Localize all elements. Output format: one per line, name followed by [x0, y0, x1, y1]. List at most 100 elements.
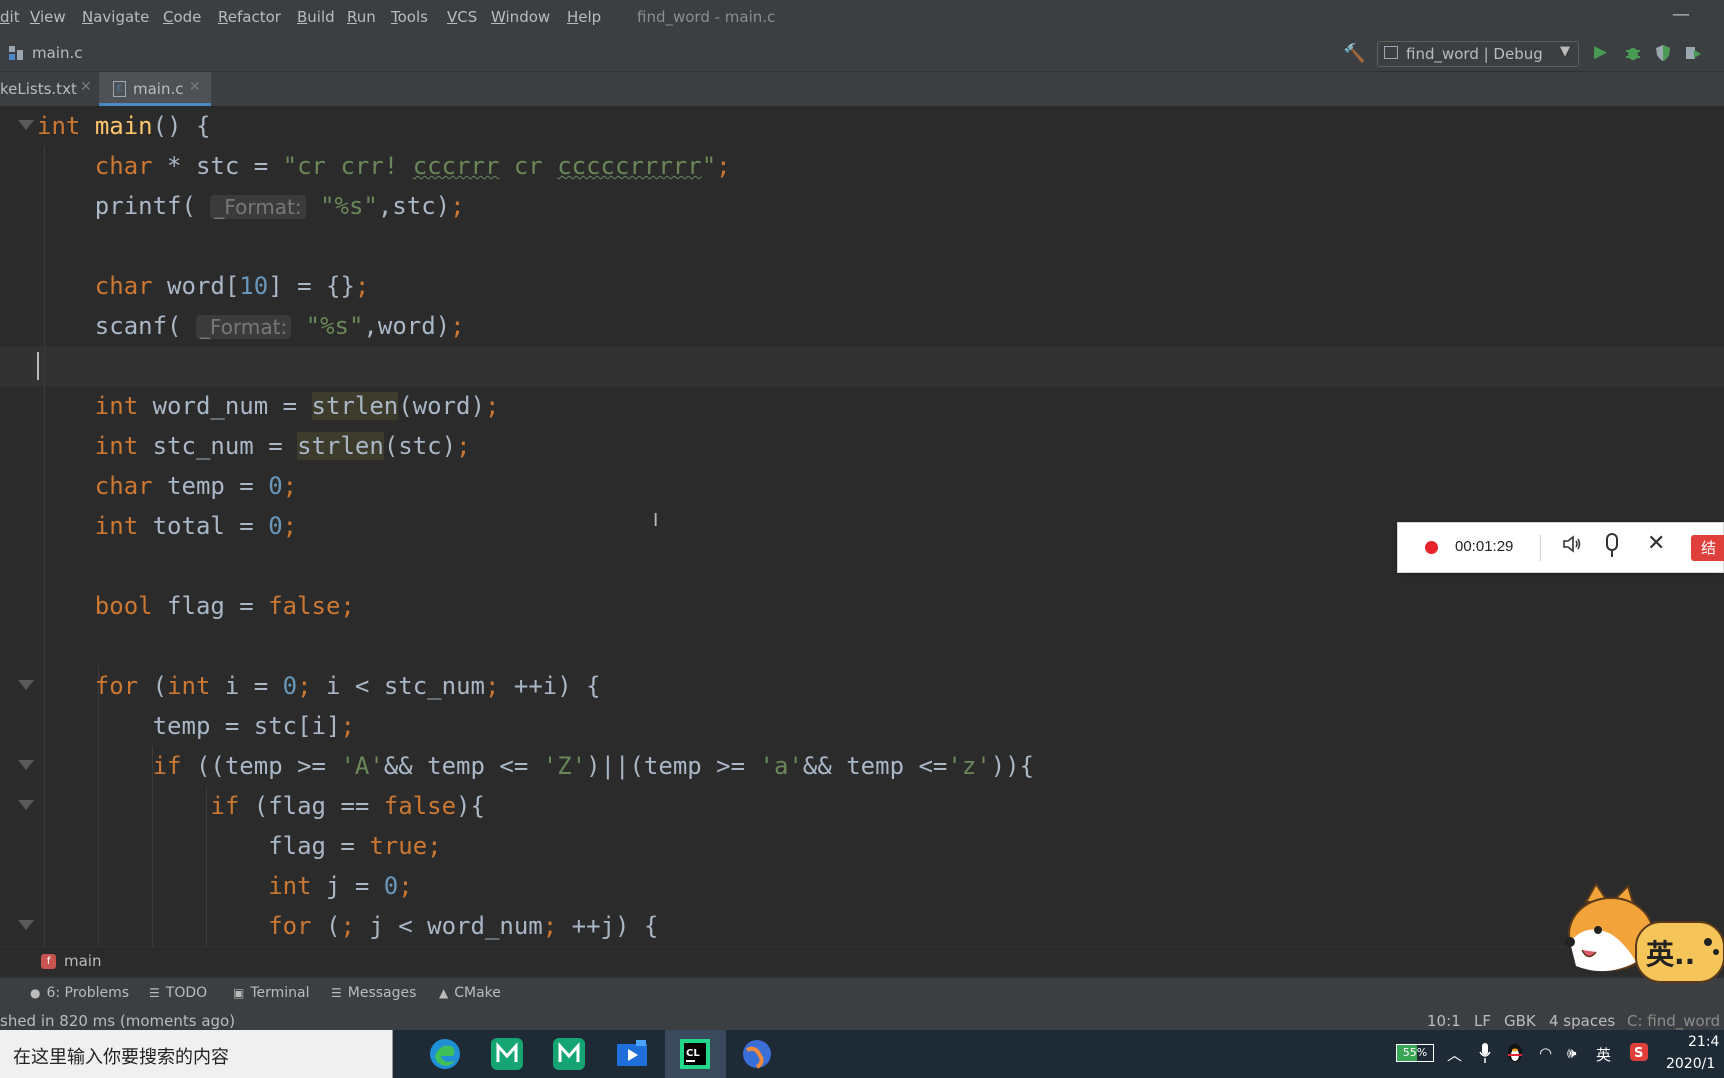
tool-label: TODO — [165, 985, 208, 1001]
clock-date[interactable]: 2020/1 — [1666, 1056, 1715, 1072]
mindmaster-icon[interactable] — [551, 1036, 587, 1072]
menu-code[interactable]: Code — [163, 8, 201, 26]
video-player-icon[interactable] — [614, 1036, 650, 1072]
code-line: bool flag = false; — [94, 592, 355, 620]
terminal-icon: ▣ — [233, 986, 245, 1000]
tab-cmakelists[interactable]: keLists.txt ✕ — [0, 72, 98, 106]
wifi-icon[interactable]: ◠ — [1539, 1044, 1552, 1062]
microphone-icon[interactable] — [1478, 1042, 1492, 1064]
menu-vcs[interactable]: VCS — [447, 8, 477, 26]
profile-icon[interactable] — [1684, 44, 1702, 62]
search-placeholder: 在这里输入你要搜索的内容 — [13, 1047, 229, 1068]
fold-marker-icon[interactable] — [18, 800, 34, 810]
tool-label: CMake — [454, 985, 501, 1001]
svg-text:S: S — [1634, 1046, 1643, 1061]
coverage-shield-icon[interactable] — [1654, 44, 1672, 62]
menu-window[interactable]: Window — [491, 8, 550, 26]
qq-penguin-icon[interactable] — [1505, 1042, 1525, 1064]
chevron-up-icon[interactable]: ︿ — [1447, 1044, 1462, 1065]
corgi-sticker: 英.. — [1565, 882, 1724, 983]
indent-setting[interactable]: 4 spaces — [1549, 1012, 1615, 1030]
sogou-ime-icon[interactable]: S — [1629, 1042, 1649, 1062]
close-icon[interactable]: ✕ — [80, 79, 92, 95]
clock-time[interactable]: 21:4 — [1688, 1034, 1719, 1050]
tab-label: main.c — [133, 80, 184, 98]
code-line: int total = 0; — [94, 512, 298, 540]
tool-label: Messages — [347, 985, 417, 1001]
end-recording-button[interactable]: 结 — [1691, 535, 1724, 561]
ime-language[interactable]: 英 — [1596, 1044, 1611, 1065]
resolve-context[interactable]: C: find_word — [1627, 1012, 1720, 1030]
mouse-ibeam-cursor-icon: I — [653, 510, 659, 531]
code-line: scanf( _Format: "%s",word); — [37, 312, 465, 340]
breadcrumb-file[interactable]: main.c — [32, 44, 83, 62]
menu-edit[interactable]: dit — [0, 8, 20, 26]
debug-bug-icon[interactable] — [1624, 44, 1642, 62]
file-encoding[interactable]: GBK — [1504, 1012, 1536, 1030]
close-icon[interactable]: ✕ — [189, 79, 201, 95]
line-separator[interactable]: LF — [1474, 1012, 1491, 1030]
tool-terminal[interactable]: ▣ Terminal — [233, 985, 310, 1001]
menu-refactor[interactable]: Refactor — [218, 8, 281, 26]
c-file-icon: C — [113, 81, 126, 97]
tool-problems[interactable]: ● 6: Problems — [30, 985, 129, 1001]
tab-main-c[interactable]: C main.c ✕ — [99, 72, 211, 106]
menu-navigate[interactable]: Navigate — [82, 8, 149, 26]
code-line: char * stc = "cr crr! cccrrr cr cccccrrr… — [94, 152, 731, 180]
structure-breadcrumb: f main — [0, 946, 1724, 977]
current-line-highlight — [0, 346, 1724, 386]
menu-run[interactable]: Run — [347, 8, 376, 26]
mindmaster-icon[interactable] — [489, 1036, 525, 1072]
build-hammer-icon[interactable]: 🔨 — [1343, 43, 1365, 64]
run-icon[interactable]: ▶ — [1594, 42, 1607, 62]
tab-label: keLists.txt — [0, 80, 77, 98]
code-line: int word_num = strlen(word); — [94, 392, 500, 420]
microphone-stand — [1611, 551, 1613, 557]
code-line: for (; j < word_num; ++j) { — [268, 912, 659, 940]
menu-tools[interactable]: Tools — [391, 8, 428, 26]
menu-view[interactable]: View — [30, 8, 66, 26]
tool-label: Terminal — [250, 985, 310, 1001]
run-configuration-select[interactable]: find_word | Debug ▼ — [1377, 41, 1579, 67]
speaker-icon[interactable] — [1561, 533, 1583, 555]
code-line: if ((temp >= 'A'&& temp <= 'Z')||(temp >… — [152, 752, 1035, 780]
taskbar-search-box[interactable]: 在这里输入你要搜索的内容 — [0, 1030, 393, 1078]
edge-browser-icon[interactable] — [427, 1036, 463, 1072]
recording-dot-icon — [1425, 541, 1438, 554]
tool-cmake[interactable]: ▲ CMake — [439, 985, 501, 1001]
run-configuration-label: find_word | Debug — [1406, 45, 1543, 63]
code-line: printf( _Format: "%s",stc); — [37, 192, 465, 220]
fold-marker-icon[interactable] — [18, 680, 34, 690]
project-folder-icon — [9, 46, 23, 60]
fold-marker-icon[interactable] — [18, 760, 34, 770]
fold-marker-icon[interactable] — [18, 920, 34, 930]
clion-icon[interactable]: CL — [677, 1036, 713, 1072]
recording-timer: 00:01:29 — [1455, 538, 1514, 555]
tool-todo[interactable]: ☰ TODO — [149, 985, 207, 1001]
sticker-text: 英.. — [1646, 938, 1695, 971]
code-line: int j = 0; — [268, 872, 413, 900]
cmake-icon: ▲ — [439, 986, 449, 1000]
close-icon[interactable]: ✕ — [1647, 531, 1665, 556]
parameter-hint: _Format: — [195, 315, 292, 339]
screen-recorder-widget: 00:01:29 ✕ 结 — [1397, 522, 1724, 573]
tool-window-bar: ● 6: Problems ☰ TODO ▣ Terminal ☰ Messages ▲… — [0, 977, 1724, 1008]
function-badge-icon: f — [41, 954, 56, 969]
battery-indicator[interactable]: 55% — [1396, 1044, 1434, 1062]
caret-position[interactable]: 10:1 — [1427, 1012, 1461, 1030]
volume-icon[interactable]: 🕪 — [1567, 1044, 1576, 1062]
config-icon — [1384, 46, 1398, 59]
tool-messages[interactable]: ☰ Messages — [331, 985, 416, 1001]
microphone-icon[interactable] — [1606, 533, 1618, 551]
battery-percent: 55% — [1402, 1046, 1428, 1059]
globe-app-icon[interactable] — [739, 1036, 775, 1072]
navigation-bar: main.c 🔨 find_word | Debug ▼ ▶ — [0, 36, 1724, 72]
windows-taskbar: 在这里输入你要搜索的内容 CL 55% ︿ ◠ 🕪 英 S 21:4 2020/… — [0, 1030, 1724, 1078]
breadcrumb-function[interactable]: main — [64, 952, 101, 970]
menu-help[interactable]: Help — [567, 8, 601, 26]
minimize-icon[interactable]: — — [1672, 4, 1690, 25]
code-line: int main() { — [37, 112, 211, 140]
menu-build[interactable]: Build — [297, 8, 335, 26]
fold-marker-icon[interactable] — [18, 120, 34, 130]
status-message[interactable]: shed in 820 ms (moments ago) — [0, 1012, 235, 1030]
